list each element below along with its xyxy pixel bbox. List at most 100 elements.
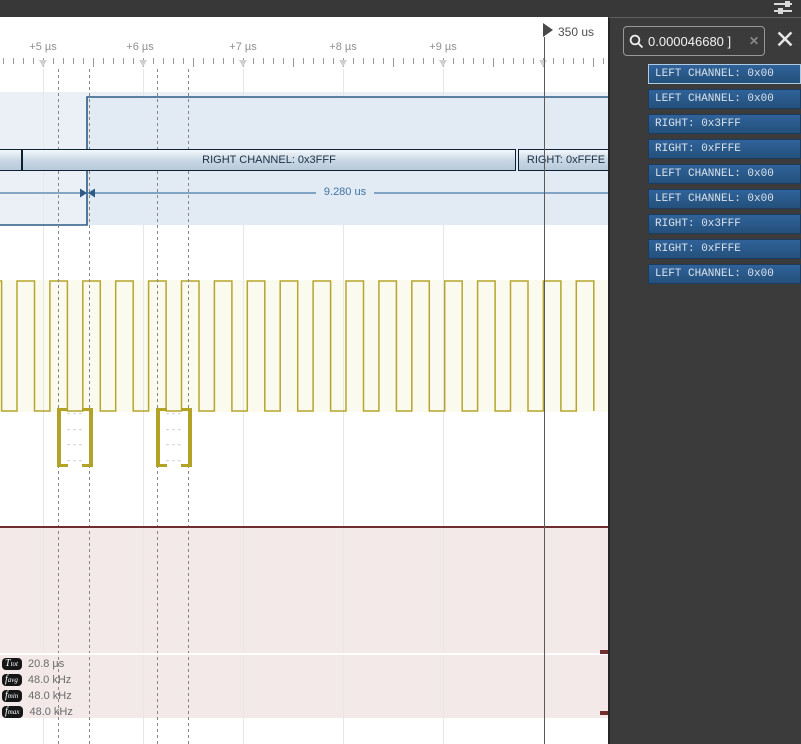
pink-lane-divider (0, 653, 608, 655)
ruler-tick (73, 58, 74, 64)
ruler-major-marker (239, 60, 247, 67)
search-result[interactable]: LEFT CHANNEL: 0x00 (648, 189, 801, 209)
search-result[interactable]: LEFT CHANNEL: 0x00 (648, 89, 801, 109)
trace-edge-mark (600, 711, 608, 715)
ruler-tick (473, 58, 474, 64)
ruler-major-marker (439, 60, 447, 67)
ruler-tick (133, 58, 134, 64)
search-result[interactable]: LEFT CHANNEL: 0x00 (648, 164, 801, 184)
ruler-label: +5 µs (13, 41, 73, 53)
close-panel-icon[interactable]: ✕ (772, 25, 798, 55)
decoder-annotation-prev (0, 149, 22, 171)
ruler-tick (413, 58, 414, 64)
ruler-tick (173, 58, 174, 64)
stat-badge: fmax (2, 706, 23, 718)
ruler-tick (273, 58, 274, 64)
stat-f-min: fmin 48.0 kHz (2, 689, 72, 703)
ruler-major-marker (39, 60, 47, 67)
ruler-tick (603, 58, 604, 64)
ruler-tick (103, 58, 104, 64)
filter-settings-icon[interactable] (772, 0, 794, 16)
ruler-tick (253, 58, 254, 64)
search-result[interactable]: RIGHT: 0x3FFF (648, 214, 801, 234)
stat-badge: favg (2, 674, 22, 686)
ruler-tick (463, 58, 464, 64)
ruler-tick (433, 58, 434, 64)
ruler-tick (183, 58, 184, 64)
ruler-tick (533, 58, 534, 64)
stat-badge: Ttot (2, 658, 22, 670)
hidden-annotation-box: ------ ------ (57, 408, 93, 467)
trace-edge-mark (600, 650, 608, 654)
ruler-major-marker (339, 60, 347, 67)
hidden-annotation-box: ------ ------ (156, 408, 192, 467)
search-query[interactable]: 0.000046680 ] (648, 34, 745, 49)
search-results-list: LEFT CHANNEL: 0x00 LEFT CHANNEL: 0x00 RI… (648, 64, 801, 289)
ruler-tick (303, 58, 304, 64)
ruler-tick (153, 58, 154, 64)
ruler-tick (203, 58, 204, 64)
ruler-tick (263, 58, 264, 64)
ruler-tick (333, 58, 334, 64)
stat-f-avg: favg 48.0 kHz (2, 673, 71, 687)
search-result[interactable]: RIGHT: 0x3FFF (648, 114, 801, 134)
stat-f-max: fmax 48.0 kHz (2, 705, 73, 719)
ruler-major-marker (139, 60, 147, 67)
ruler-label: +6 µs (110, 41, 170, 53)
ruler-tick (13, 58, 14, 64)
ruler-tick (283, 58, 284, 64)
ruler-tick (383, 58, 384, 64)
stat-badge: fmin (2, 690, 22, 702)
search-icon (629, 34, 644, 49)
ruler-tick (403, 58, 404, 64)
ruler-tick (563, 58, 564, 64)
search-input[interactable]: 0.000046680 ] ✕ (623, 26, 765, 56)
ruler-tick (483, 58, 484, 64)
ruler-tick (593, 58, 594, 67)
search-panel: 0.000046680 ] ✕ ✕ LEFT CHANNEL: 0x00 LEF… (608, 17, 801, 744)
ruler-tick (353, 58, 354, 64)
search-result[interactable]: LEFT CHANNEL: 0x00 (648, 264, 801, 284)
ruler-tick (573, 58, 574, 64)
time-marker-flag[interactable] (543, 23, 553, 37)
ruler-tick (93, 58, 94, 67)
ruler-tick (423, 58, 424, 64)
clear-search-icon[interactable]: ✕ (749, 34, 759, 48)
ruler-major-marker (539, 60, 547, 67)
search-result[interactable]: LEFT CHANNEL: 0x00 (648, 64, 801, 84)
search-result[interactable]: RIGHT: 0xFFFE (648, 139, 801, 159)
ruler-tick (33, 58, 34, 64)
ruler-tick (293, 58, 294, 67)
ruler-label: +9 µs (413, 41, 473, 53)
clock-lane-background (0, 280, 608, 412)
ruler-tick (163, 58, 164, 64)
waveform-canvas[interactable]: RIGHT CHANNEL: 0x3FFF RIGHT: 0xFFFE 9.28… (0, 17, 608, 744)
ruler-tick (123, 58, 124, 64)
ruler-tick (313, 58, 314, 64)
ruler-tick (23, 58, 24, 64)
time-marker-line[interactable] (544, 37, 545, 744)
ruler-tick (83, 58, 84, 64)
ruler-tick (3, 58, 4, 64)
top-toolbar (0, 0, 801, 17)
ruler-tick (213, 58, 214, 64)
stat-t-total: Ttot 20.8 µs (2, 657, 64, 671)
ruler-tick (233, 58, 234, 64)
search-result[interactable]: RIGHT: 0xFFFE (648, 239, 801, 259)
ruler-tick (363, 58, 364, 64)
ruler-tick (373, 58, 374, 64)
ruler-tick (223, 58, 224, 64)
ruler-label: +8 µs (313, 41, 373, 53)
ruler-tick (553, 58, 554, 64)
ruler-tick (63, 58, 64, 64)
ruler-tick (583, 58, 584, 64)
pink-lane-trace-high (0, 526, 608, 528)
ruler-tick (53, 58, 54, 64)
ruler-tick (523, 58, 524, 64)
decoder-annotation-right: RIGHT: 0xFFFE (518, 149, 608, 171)
ruler-tick (393, 58, 394, 67)
ruler-tick (193, 58, 194, 67)
time-marker-label: 350 us (558, 25, 594, 39)
decoder-annotation-right-channel: RIGHT CHANNEL: 0x3FFF (22, 149, 516, 171)
measurement-value: 9.280 us (310, 186, 380, 198)
